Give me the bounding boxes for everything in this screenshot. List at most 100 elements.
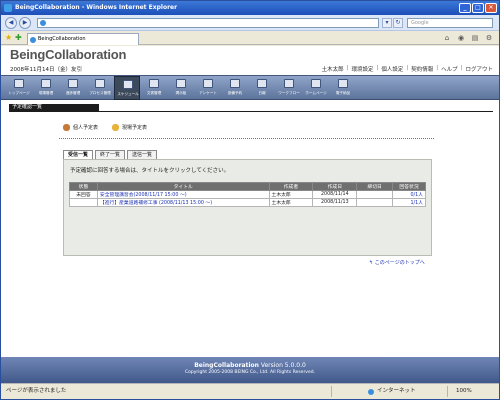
- back-icon[interactable]: ◀: [5, 17, 17, 29]
- dropdown-icon[interactable]: ▾: [382, 18, 392, 28]
- personal-schedule-icon: [63, 124, 70, 131]
- column-header[interactable]: 回答状況: [392, 182, 426, 191]
- zoom-level[interactable]: 100%: [456, 384, 472, 399]
- column-header[interactable]: 締切日: [356, 182, 394, 191]
- status-text: ページが表示されました: [6, 388, 67, 394]
- site-schedule-icon: [112, 124, 120, 131]
- tab-sent[interactable]: 送信一覧: [127, 150, 158, 159]
- tab-label: BeingCollaboration: [38, 36, 86, 42]
- folder-icon: [149, 79, 159, 88]
- menu-item-site[interactable]: 現場管理: [33, 76, 59, 100]
- menu-item-schedule[interactable]: スケジュール: [114, 76, 140, 100]
- nav-separator: |: [436, 65, 439, 71]
- report-icon: [257, 79, 267, 88]
- home-icon: [14, 79, 24, 88]
- app-logo: BeingCollaboration: [10, 47, 127, 62]
- back-to-top-label: このページのトップへ: [374, 260, 425, 266]
- row-created: 2008/11/14: [312, 190, 358, 199]
- page-content: BeingCollaboration 2008年11月14日（金）友引 土木太郎…: [1, 46, 499, 383]
- column-header[interactable]: タイトル: [96, 182, 270, 191]
- browser-tab[interactable]: BeingCollaboration: [27, 33, 139, 45]
- link-environment-settings[interactable]: 環境設定: [351, 65, 373, 73]
- menu-item-workflow[interactable]: ワークフロー: [276, 76, 302, 100]
- footer-product: BeingCollaboration Version 5.0.0.0: [1, 362, 499, 369]
- forward-icon[interactable]: ▶: [19, 17, 31, 29]
- close-button[interactable]: ✕: [485, 3, 497, 13]
- row-answers-link[interactable]: 1/1人: [392, 198, 426, 207]
- column-header[interactable]: 状態: [69, 182, 98, 191]
- status-divider: [331, 386, 332, 397]
- row-deadline: [356, 190, 394, 199]
- minimize-button[interactable]: _: [459, 3, 471, 13]
- instruction-text: 予定確認に回答する場合は、タイトルをクリックしてください。: [70, 168, 230, 174]
- user-name: 土木太郎: [321, 67, 344, 73]
- address-input[interactable]: [37, 18, 379, 28]
- favorites-star-icon[interactable]: ★: [5, 33, 12, 43]
- tab-received[interactable]: 受信一覧: [63, 150, 94, 159]
- row-status: 未回答: [69, 190, 98, 199]
- tools-icon[interactable]: ⚙: [483, 33, 495, 43]
- column-header[interactable]: 作成日: [312, 182, 358, 191]
- row-answers-link[interactable]: 0/1人: [392, 190, 426, 199]
- tab-page-icon: [30, 37, 36, 43]
- footer-name: BeingCollaboration: [194, 362, 259, 369]
- print-icon[interactable]: ▤: [469, 33, 481, 43]
- link-personal-settings[interactable]: 個人設定: [381, 65, 403, 73]
- link-logout[interactable]: ログアウト: [465, 65, 493, 73]
- confirmation-table: 状態 タイトル 作成者 作成日 締切日 回答状況 未回答 安全管理講習会(200…: [69, 182, 426, 207]
- search-input[interactable]: Google: [407, 18, 493, 28]
- menu-item-progress[interactable]: 進捗管理: [60, 76, 86, 100]
- delivery-icon: [338, 79, 348, 88]
- menu-item-documents[interactable]: 文書管理: [141, 76, 167, 100]
- row-status: [69, 198, 98, 207]
- address-toolbar: ◀ ▶ ▾ ↻ Google: [1, 15, 499, 31]
- back-to-top-link[interactable]: ↰ このページのトップへ: [369, 259, 425, 266]
- board-icon: [176, 79, 186, 88]
- address-actions: ▾ ↻: [382, 18, 403, 28]
- maximize-button[interactable]: □: [472, 3, 484, 13]
- table-header-row: 状態 タイトル 作成者 作成日 締切日 回答状況: [69, 182, 426, 191]
- add-favorite-icon[interactable]: ✚: [15, 33, 22, 43]
- menu-item-survey[interactable]: アンケート: [195, 76, 221, 100]
- schedule-icon: [123, 80, 133, 89]
- progress-icon: [68, 79, 78, 88]
- window-controls: _ □ ✕: [459, 3, 497, 13]
- menu-item-board[interactable]: 掲示板: [168, 76, 194, 100]
- security-zone[interactable]: インターネット: [377, 384, 416, 399]
- dotted-divider: [59, 138, 434, 139]
- column-header[interactable]: 作成者: [268, 182, 314, 191]
- survey-icon: [203, 79, 213, 88]
- legend-shared[interactable]: 現場予定表: [112, 124, 147, 131]
- link-help[interactable]: ヘルプ: [441, 65, 458, 73]
- table-row: 【進行】産業道路補修工事 (2008/11/13 15:00 ～) 土木太郎 2…: [69, 198, 426, 207]
- top-navigation: 土木太郎 | 環境設定 | 個人設定 | 契約情報 | ヘルプ | ログアウト: [322, 65, 493, 73]
- section-divider: [9, 111, 493, 112]
- page-icon: [40, 20, 46, 26]
- menu-item-delivery[interactable]: 電子納品: [330, 76, 356, 100]
- command-bar: ⌂ ◉ ▤ ⚙: [441, 33, 495, 43]
- refresh-icon[interactable]: ↻: [393, 18, 403, 28]
- site-icon: [41, 79, 51, 88]
- row-title-link[interactable]: 【進行】産業道路補修工事 (2008/11/13 15:00 ～): [96, 198, 270, 207]
- section-title: 予定確認一覧: [9, 104, 99, 111]
- menu-item-process[interactable]: プロセス管理: [87, 76, 113, 100]
- row-creator: 土木太郎: [268, 198, 314, 207]
- row-creator: 土木太郎: [268, 190, 314, 199]
- workflow-icon: [284, 79, 294, 88]
- footer-version: Version 5.0.0.0: [260, 362, 306, 369]
- link-contract-info[interactable]: 契約情報: [411, 65, 433, 73]
- feed-icon[interactable]: ◉: [455, 33, 467, 43]
- menu-item-reservation[interactable]: 設備予約: [222, 76, 248, 100]
- row-title-link[interactable]: 安全管理講習会(2008/11/17 15:00 ～): [96, 190, 270, 199]
- menu-item-homepage[interactable]: ホームページ: [303, 76, 329, 100]
- menu-item-daily-report[interactable]: 日報: [249, 76, 275, 100]
- legend-personal[interactable]: 個人予定表: [63, 124, 98, 131]
- home-tool-icon[interactable]: ⌂: [441, 33, 453, 43]
- nav-separator: |: [346, 65, 349, 71]
- menu-item-top[interactable]: トップページ: [6, 76, 32, 100]
- tab-finished[interactable]: 終了一覧: [95, 150, 126, 159]
- ie-app-icon: [4, 4, 12, 12]
- window-title: BeingCollaboration - Windows Internet Ex…: [15, 4, 178, 11]
- browser-window: BeingCollaboration - Windows Internet Ex…: [0, 0, 500, 400]
- nav-separator: |: [460, 65, 463, 71]
